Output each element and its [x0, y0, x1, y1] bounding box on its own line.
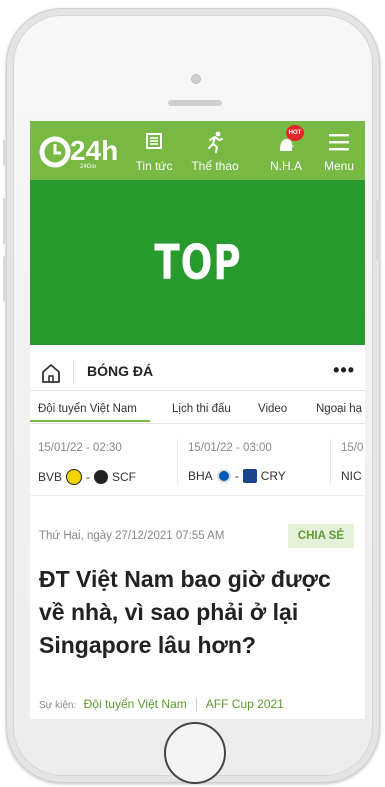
front-camera: [191, 74, 201, 84]
match-separator: -: [86, 470, 91, 484]
share-button[interactable]: CHIA SẺ: [287, 524, 354, 548]
subnav-item-premier-league[interactable]: Ngoại hạ: [316, 403, 362, 415]
category-bar: BÓNG ĐÁ •••: [30, 354, 365, 391]
subnav-item-vietnam-team[interactable]: Đội tuyển Việt Nam: [38, 403, 137, 415]
match-teams: BVB - SCF: [38, 469, 136, 485]
event-tags: Sự kiện: Đội tuyển Việt Nam AFF Cup 2021: [39, 697, 284, 712]
away-team: SCF: [112, 470, 137, 484]
match-time: 15/0: [341, 442, 364, 454]
event-label: Sự kiện:: [39, 700, 77, 711]
home-button[interactable]: [164, 722, 226, 784]
hamburger-icon: [311, 131, 365, 155]
match-divider: [177, 439, 178, 485]
mute-switch: [3, 140, 7, 166]
match-teams: NIC: [341, 469, 362, 483]
article-title: ĐT Việt Nam bao giờ được về nhà, vì sao …: [39, 566, 331, 658]
tag-divider: [196, 697, 198, 712]
match-scroller[interactable]: 15/01/22 - 02:30 BVB - SCF 15/01/22 - 03…: [30, 425, 365, 496]
hot-badge: HOT: [286, 125, 304, 141]
event-tag-vietnam-team[interactable]: Đội tuyển Việt Nam: [84, 697, 187, 711]
subnav-item-schedule[interactable]: Lịch thi đấu: [172, 403, 231, 415]
home-team: NIC: [341, 469, 362, 483]
home-team: BVB: [38, 470, 63, 484]
nha-icon: HOT: [258, 125, 314, 155]
news-icon: [126, 131, 182, 155]
banner-text: TOP: [153, 234, 242, 291]
match-separator: -: [234, 469, 239, 483]
logo-subtext: 24Gio: [80, 164, 97, 170]
subnav-active-underline: [30, 420, 150, 422]
top-banner-ad[interactable]: TOP: [30, 180, 365, 345]
away-team: CRY: [260, 469, 286, 483]
bha-crest-icon: [216, 469, 231, 483]
nav-menu[interactable]: Menu: [311, 131, 365, 173]
article-date: Thứ Hai, ngày 27/12/2021 07:55 AM: [39, 530, 225, 542]
category-title[interactable]: BÓNG ĐÁ: [87, 363, 153, 379]
match-time: 15/01/22 - 02:30: [38, 442, 122, 454]
power-button: [376, 200, 380, 260]
runner-icon: [187, 131, 243, 155]
match-divider: [330, 439, 331, 485]
more-options-icon[interactable]: •••: [333, 360, 355, 381]
nav-menu-label: Menu: [323, 159, 355, 173]
clock-logo-icon: 24h 24Gio: [39, 135, 118, 170]
volume-down-button: [3, 256, 7, 302]
volume-up-button: [3, 198, 7, 244]
sub-navigation: Đội tuyển Việt Nam Lịch thi đấu Video Ng…: [30, 391, 365, 424]
nav-nha[interactable]: HOT N.H.A: [258, 125, 314, 173]
bvb-crest-icon: [66, 469, 83, 485]
nav-nha-label: N.H.A: [269, 159, 302, 173]
event-tag-aff-cup[interactable]: AFF Cup 2021: [206, 697, 284, 711]
home-team: BHA: [188, 469, 213, 483]
phone-screen: 24h 24Gio Tin tức Thể thao HOT N.H.A Men…: [30, 121, 365, 719]
scf-crest-icon: [94, 470, 109, 484]
match-teams: BHA - CRY: [188, 469, 286, 483]
nav-sports[interactable]: Thể thao: [187, 131, 243, 173]
site-logo[interactable]: 24h 24Gio: [38, 130, 118, 172]
category-divider: [73, 360, 74, 384]
home-icon[interactable]: [40, 362, 62, 384]
nav-sports-label: Thể thao: [191, 159, 239, 173]
earpiece-speaker: [168, 100, 222, 106]
cry-crest-icon: [242, 469, 257, 483]
nav-news[interactable]: Tin tức: [126, 131, 182, 173]
site-header: 24h 24Gio Tin tức Thể thao HOT N.H.A Men…: [30, 121, 365, 180]
logo-text: 24h: [70, 135, 118, 166]
subnav-item-video[interactable]: Video: [258, 403, 287, 415]
nav-news-label: Tin tức: [135, 159, 173, 173]
match-time: 15/01/22 - 03:00: [188, 442, 272, 454]
